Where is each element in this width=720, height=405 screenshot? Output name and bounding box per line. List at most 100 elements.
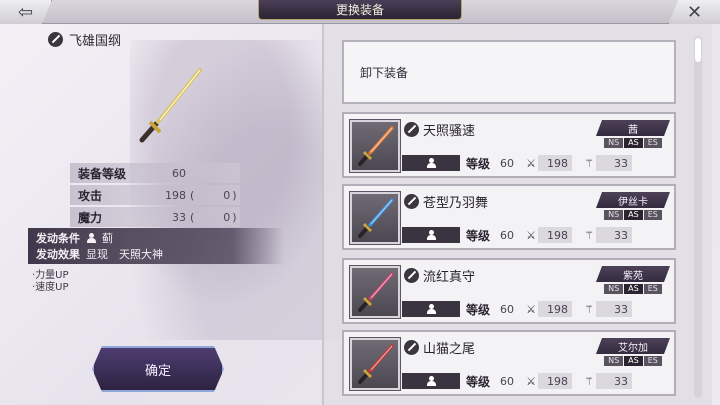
type-tag: NS [604, 356, 624, 366]
type-tag: AS [624, 138, 643, 148]
person-icon [426, 230, 436, 240]
type-tag: AS [624, 356, 643, 366]
equipment-name: 飞雄国纲 [69, 34, 122, 49]
attack-value: 198 [538, 155, 573, 171]
weapon-icon [358, 272, 394, 312]
equipment-list-item[interactable]: 苍型乃羽舞 伊丝卡 NS AS ES 等级 60 ⚔ 198 ⚚ 33 [342, 184, 676, 250]
item-stats: 等级 60 ⚔ 198 ⚚ 33 [402, 372, 672, 390]
weapon-thumbnail [350, 266, 400, 318]
type-tag: ES [643, 138, 662, 148]
magic-wand-icon: ⚚ [584, 374, 594, 388]
attack-icon: ⚔ [526, 156, 536, 170]
stat-bonus-value: 0 [223, 188, 231, 202]
equipped-by-box [402, 227, 460, 243]
item-name-row: 流红真守 [404, 266, 475, 285]
magic-wand-icon: ⚚ [584, 156, 594, 170]
person-icon [86, 233, 96, 243]
skill-condition: 发动条件 蓟 [36, 230, 276, 246]
buff-item: ·力量UP [32, 270, 69, 281]
stat-value: 60 [172, 166, 186, 180]
stat-value: 198 [165, 188, 186, 202]
sword-icon [404, 194, 419, 209]
item-name: 苍型乃羽舞 [423, 196, 489, 211]
attack-value: 198 [538, 301, 573, 317]
item-name-row: 山猫之尾 [404, 338, 475, 357]
weapon-icon [358, 344, 394, 384]
attack-icon: ⚔ [526, 302, 536, 316]
confirm-label: 确定 [144, 363, 171, 379]
weapon-icon [358, 198, 394, 238]
stat-label: 攻击 [78, 188, 103, 203]
level-label: 等级 [466, 156, 491, 171]
type-tag: ES [643, 210, 662, 220]
item-stats: 等级 60 ⚔ 198 ⚚ 33 [402, 154, 672, 172]
stat-label: 魔力 [78, 210, 103, 225]
equipment-name-row: 飞雄国纲 [48, 30, 121, 49]
item-name: 山猫之尾 [423, 342, 476, 357]
skill-box: 发动条件 蓟 发动效果 显现 天照大神 [28, 228, 284, 264]
close-icon: ✕ [686, 1, 703, 23]
equipment-list-item[interactable]: 天照骚速 茜 NS AS ES 等级 60 ⚔ 198 ⚚ 33 [342, 112, 676, 178]
stat-bonus: (0) [190, 210, 237, 224]
list-scrollbar[interactable] [694, 36, 702, 398]
owner-tag: 艾尔加 [596, 338, 670, 354]
item-stats: 等级 60 ⚔ 198 ⚚ 33 [402, 300, 672, 318]
sword-icon [404, 122, 419, 137]
stat-row-magic: 魔力 33 (0) [70, 207, 240, 227]
magic-value: 33 [596, 155, 633, 171]
level-value: 60 [500, 156, 515, 170]
unequip-button[interactable]: 卸下装备 [342, 40, 676, 104]
condition-value: 蓟 [102, 232, 113, 245]
item-name: 流红真守 [423, 270, 476, 285]
type-tag: ES [643, 356, 662, 366]
equipped-by-box [402, 155, 460, 171]
unequip-label: 卸下装备 [360, 65, 409, 80]
owner-tag: 紫苑 [596, 266, 670, 282]
type-tags: NS AS ES [596, 210, 670, 220]
level-value: 60 [500, 374, 515, 388]
type-tag: AS [624, 210, 643, 220]
level-label: 等级 [466, 302, 491, 317]
owner-tag: 茜 [596, 120, 670, 136]
confirm-button[interactable]: 确定 [92, 346, 224, 392]
type-tags: NS AS ES [596, 356, 670, 366]
person-icon [426, 376, 436, 386]
stat-row-level: 装备等级 60 [70, 163, 240, 183]
level-value: 60 [500, 302, 515, 316]
magic-value: 33 [596, 227, 633, 243]
magic-wand-icon: ⚚ [584, 228, 594, 242]
person-icon [426, 158, 436, 168]
sword-icon [404, 340, 419, 355]
type-tag: ES [643, 284, 662, 294]
item-name: 天照骚速 [423, 124, 476, 139]
effect-label: 发动效果 [36, 248, 80, 261]
magic-value: 33 [596, 373, 633, 389]
buff-list: ·力量UP ·速度UP [32, 270, 69, 294]
stat-value: 33 [172, 210, 186, 224]
effect-value: 显现 天照大神 [86, 248, 163, 261]
close-button[interactable]: ✕ [668, 0, 720, 24]
skill-effect: 发动效果 显现 天照大神 [36, 246, 276, 262]
stat-label: 装备等级 [78, 166, 127, 181]
sword-icon [48, 32, 63, 47]
equipped-by-box [402, 373, 460, 389]
sword-icon [404, 268, 419, 283]
stat-bonus: (0) [190, 188, 237, 202]
scrollbar-thumb[interactable] [695, 38, 701, 62]
magic-value: 33 [596, 301, 633, 317]
back-arrow-icon: ⇦ [17, 1, 34, 23]
weapon-thumbnail [350, 338, 400, 390]
level-label: 等级 [466, 374, 491, 389]
back-button[interactable]: ⇦ [0, 0, 52, 24]
level-label: 等级 [466, 228, 491, 243]
equipment-list-item[interactable]: 山猫之尾 艾尔加 NS AS ES 等级 60 ⚔ 198 ⚚ 33 [342, 330, 676, 396]
type-tag: NS [604, 210, 624, 220]
equipment-list-item[interactable]: 流红真守 紫苑 NS AS ES 等级 60 ⚔ 198 ⚚ 33 [342, 258, 676, 324]
equipment-sword-image [139, 68, 202, 143]
attack-value: 198 [538, 373, 573, 389]
weapon-thumbnail [350, 192, 400, 244]
person-icon [426, 304, 436, 314]
type-tag: NS [604, 284, 624, 294]
item-name-row: 苍型乃羽舞 [404, 192, 488, 211]
weapon-icon [358, 126, 394, 166]
